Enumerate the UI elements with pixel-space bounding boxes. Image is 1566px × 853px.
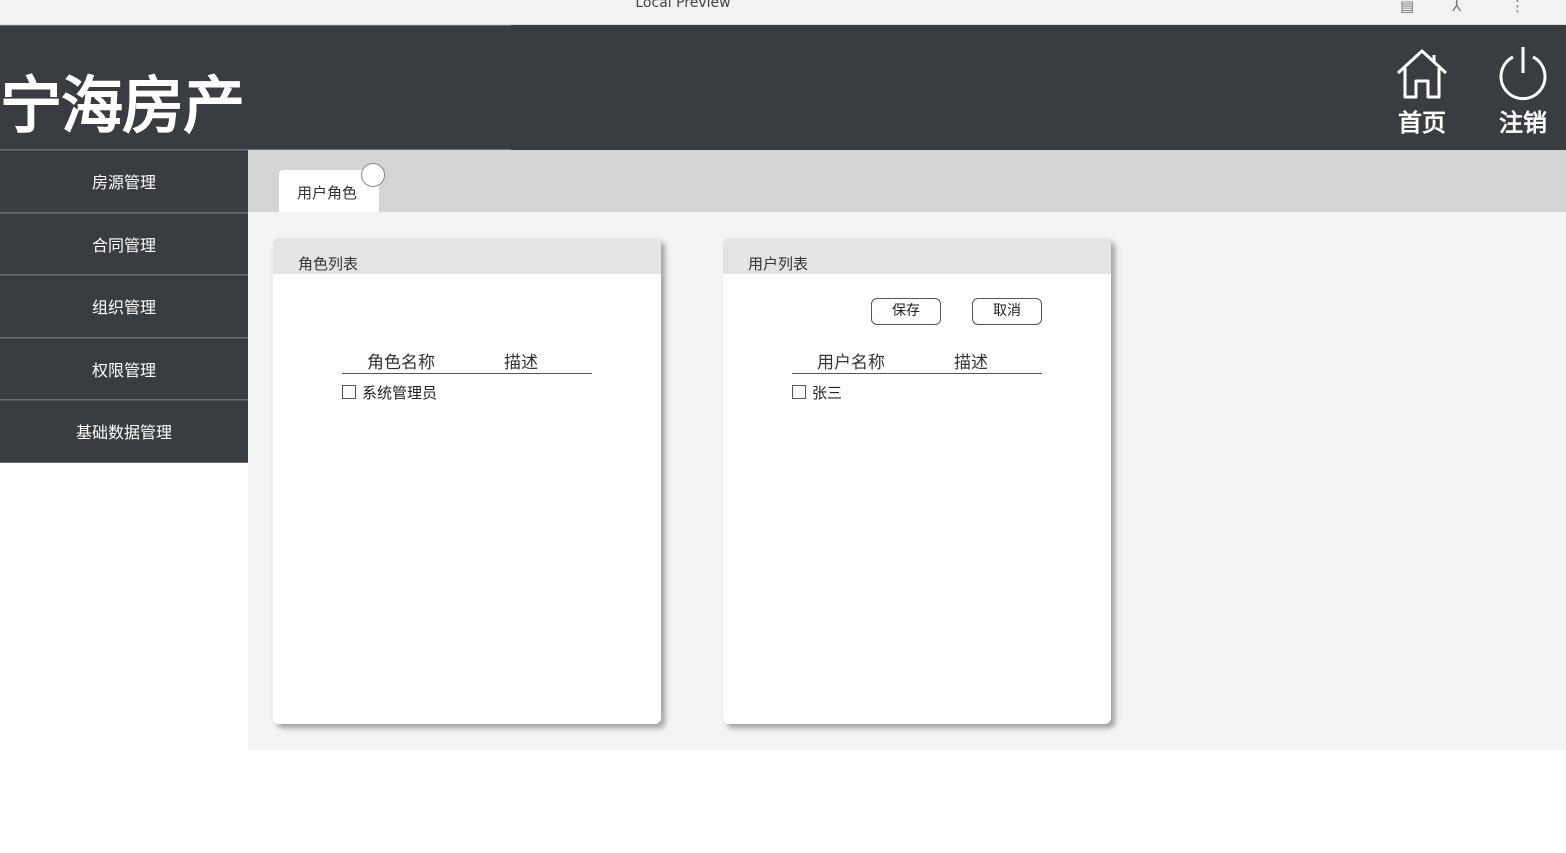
- home-button[interactable]: 首页: [1387, 43, 1457, 143]
- role-panel-title: 角色列表: [273, 238, 661, 274]
- home-icon: [1396, 49, 1448, 99]
- row-checkbox[interactable]: [792, 385, 806, 399]
- header-divider: [0, 25, 511, 26]
- user-table-header: 用户名称 描述: [792, 346, 1042, 374]
- power-icon: [1499, 47, 1547, 101]
- tab-bar: 用户角色: [248, 150, 1566, 212]
- more-icon[interactable]: ⋮: [1510, 0, 1525, 15]
- column-role-name: 角色名称: [367, 353, 435, 373]
- sidebar-item-label: 基础数据管理: [75, 423, 172, 443]
- table-row: 张三: [792, 382, 842, 403]
- reader-icon[interactable]: ⅄: [1452, 0, 1461, 15]
- brand-title: 宁海房产: [0, 69, 245, 142]
- document-icon[interactable]: ▤: [1400, 0, 1414, 15]
- role-table-header: 角色名称 描述: [342, 346, 592, 374]
- browser-title: Local Preview: [635, 0, 731, 11]
- browser-bar: Local Preview ▤ ⅄ ⋮: [0, 0, 1566, 25]
- user-name: 张三: [812, 384, 843, 402]
- tab-label: 用户角色: [297, 184, 358, 202]
- role-list-panel: 角色列表 角色名称 描述 系统管理员: [273, 238, 661, 724]
- sidebar-item-label: 权限管理: [91, 360, 156, 380]
- user-panel-title: 用户列表: [723, 238, 1111, 274]
- sidebar-item-contract[interactable]: 合同管理: [0, 212, 248, 275]
- sidebar-item-property[interactable]: 房源管理: [0, 150, 248, 213]
- sidebar-item-basic-data[interactable]: 基础数据管理: [0, 400, 248, 463]
- main-content: 用户角色 角色列表 角色名称 描述 系统管理员 用户列表 保存 取消 用户名称 …: [248, 150, 1566, 750]
- row-checkbox[interactable]: [342, 385, 356, 399]
- column-description: 描述: [504, 353, 538, 373]
- sidebar-item-label: 组织管理: [91, 298, 156, 318]
- cancel-button[interactable]: 取消: [972, 298, 1042, 325]
- table-row: 系统管理员: [342, 382, 437, 403]
- sidebar-item-organization[interactable]: 组织管理: [0, 275, 248, 338]
- close-circle-icon[interactable]: [361, 163, 385, 187]
- sidebar: 房源管理 合同管理 组织管理 权限管理 基础数据管理: [0, 150, 248, 463]
- home-label: 首页: [1398, 109, 1446, 137]
- user-list-panel: 用户列表 保存 取消 用户名称 描述 张三: [723, 238, 1111, 724]
- app-header: 宁海房产 首页 注销: [0, 25, 1566, 150]
- sidebar-item-label: 房源管理: [91, 173, 156, 193]
- sidebar-item-permission[interactable]: 权限管理: [0, 337, 248, 400]
- logout-button[interactable]: 注销: [1488, 43, 1558, 143]
- logout-label: 注销: [1499, 109, 1547, 137]
- role-name: 系统管理员: [362, 384, 438, 402]
- column-user-name: 用户名称: [817, 353, 885, 373]
- save-button[interactable]: 保存: [871, 298, 941, 325]
- sidebar-item-label: 合同管理: [91, 235, 156, 255]
- column-description: 描述: [954, 353, 988, 373]
